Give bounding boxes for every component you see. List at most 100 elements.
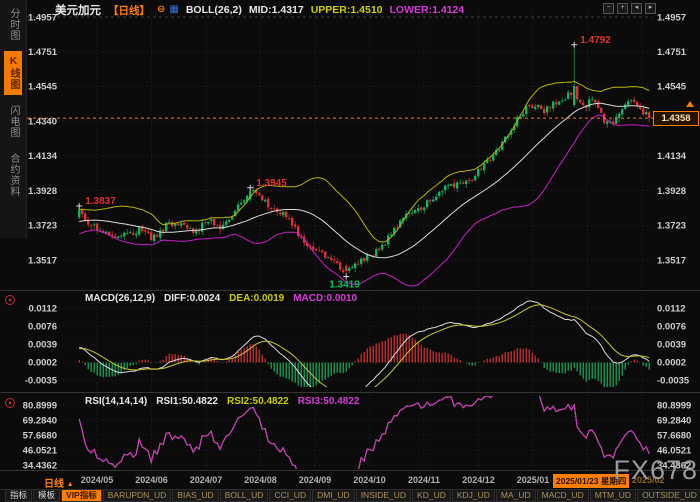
rsi3-value: RSI3:50.4822 <box>298 396 360 407</box>
toolbar-item-DMI_UD[interactable]: DMI_UD <box>312 490 355 502</box>
boll-params-label: BOLL(26,2) <box>186 4 242 16</box>
y-axis-label-right: 1.4134 <box>657 151 687 162</box>
fx-chart-app: 1.3837 1.3945 1.3419 1.4792 1.4957 1.4957 1.47… <box>0 0 700 502</box>
y-axis-label-right: 57.6680 <box>657 430 691 441</box>
y-axis-label-right: 0.0002 <box>657 357 686 368</box>
y-axis-label-left: 1.4340 <box>28 116 57 127</box>
macd-hist-value: MACD:0.0010 <box>293 293 357 304</box>
y-axis-label-right: 0.0076 <box>657 321 686 332</box>
y-axis-label-left: 80.8999 <box>23 400 57 411</box>
price-marker-label: 1.3837 <box>85 196 116 207</box>
macd-dea-value: DEA:0.0019 <box>229 293 284 304</box>
x-axis-month-label: 2024/07 <box>184 475 228 485</box>
sidebar-item-lightning-chart[interactable]: 闪电图 <box>4 100 22 143</box>
y-axis-label-left: 1.4545 <box>28 82 58 93</box>
toolbar-item-BIAS_UD[interactable]: BIAS_UD <box>172 490 218 502</box>
y-axis-label-right: 1.4545 <box>657 82 687 93</box>
y-axis-label-right: 80.8999 <box>657 400 691 411</box>
macd-diff-value: DIFF:0.0024 <box>164 293 220 304</box>
y-axis-label-left: 1.4134 <box>28 151 58 162</box>
toolbar-item-MA_UD[interactable]: MA_UD <box>496 490 536 502</box>
period-selector[interactable]: 日线 ▲ <box>44 475 74 490</box>
price-marker-label: 1.4792 <box>580 35 611 46</box>
chart-style-icon[interactable]: ▦ <box>169 5 178 15</box>
macd-panel-header: MACD(26,12,9) DIFF:0.0024 DEA:0.0019 MAC… <box>85 293 357 304</box>
sidebar: 分时图 K线图 闪电图 合约资料 <box>0 0 27 238</box>
x-axis-date-row: 日线 ▲ 2024/05 2024/06 2024/07 2024/08 2024/09… <box>0 471 700 489</box>
rsi-panel-header: RSI(14,14,14) RSI1:50.4822 RSI2:50.4822 … <box>85 396 359 407</box>
y-axis-label-left: -0.0035 <box>25 375 58 386</box>
toolbar-item-BARUPDN_UD[interactable]: BARUPDN_UD <box>103 490 172 502</box>
y-axis-label-right: 0.0112 <box>657 303 686 314</box>
key-point-cross-icon <box>571 42 577 48</box>
sidebar-item-kline-chart[interactable]: K线图 <box>4 51 22 95</box>
y-axis-label-right: -0.0035 <box>657 375 690 386</box>
toolbar-item-VIP指标[interactable]: VIP指标 <box>61 490 102 502</box>
indicator-toolbar: 指标模板VIP指标BARUPDN_UDBIAS_UDBOLL_UDCCI_UDD… <box>0 489 700 502</box>
y-axis-label-left: 0.0076 <box>28 321 57 332</box>
y-axis-label-right: 1.3517 <box>657 255 686 266</box>
x-axis-month-label: 2024/06 <box>130 475 174 485</box>
scroll-left-icon[interactable]: ◂ <box>631 3 642 14</box>
y-axis-label-left: 34.4362 <box>23 460 57 471</box>
symbol-title: 美元加元 <box>55 2 101 18</box>
zoom-in-icon[interactable]: + <box>617 3 628 14</box>
rsi2-value: RSI2:50.4822 <box>227 396 289 407</box>
y-axis-label-left: 0.0039 <box>28 339 57 350</box>
x-axis-month-label: 2024/05 <box>75 475 119 485</box>
watermark: FX678 <box>613 457 698 484</box>
boll-lower-value: LOWER:1.4124 <box>390 4 465 16</box>
key-point-cross-icon <box>247 185 253 191</box>
y-axis-label-left: 57.6680 <box>23 430 57 441</box>
boll-upper-value: UPPER:1.4510 <box>311 4 383 16</box>
x-axis-month-label: 2024/08 <box>239 475 283 485</box>
x-axis-month-label: 2024/09 <box>293 475 337 485</box>
x-axis-month-label: 2024/11 <box>402 475 446 485</box>
price-marker-label: 1.3419 <box>329 280 360 291</box>
price-marker-label: 1.3945 <box>256 178 287 189</box>
macd-settings-icon[interactable] <box>5 295 15 305</box>
toolbar-item-INSIDE_UD[interactable]: INSIDE_UD <box>356 490 411 502</box>
timeframe-settings-icon[interactable]: ⊖ <box>157 5 165 15</box>
toolbar-item-CCI_UD[interactable]: CCI_UD <box>269 490 311 502</box>
boll-mid-value: MID:1.4317 <box>249 4 304 16</box>
y-axis-label-left: 0.0002 <box>28 357 57 368</box>
timeframe-tag[interactable]: 【日线】 <box>108 3 150 18</box>
toolbar-item-KDJ_UD[interactable]: KDJ_UD <box>452 490 495 502</box>
y-axis-label-left: 1.3517 <box>28 255 57 266</box>
x-axis-month-label: 2024/10 <box>348 475 392 485</box>
y-axis-label-left: 1.4957 <box>28 12 57 23</box>
rsi1-value: RSI1:50.4822 <box>156 396 218 407</box>
y-axis-label-left: 46.0521 <box>23 445 58 456</box>
y-axis-label-left: 0.0112 <box>28 303 57 314</box>
toolbar-item-BOLL_UD[interactable]: BOLL_UD <box>220 490 269 502</box>
chevron-up-icon: ▲ <box>67 481 74 488</box>
y-axis-label-right: 1.3723 <box>657 221 686 232</box>
toolbar-item-MACD_UD[interactable]: MACD_UD <box>537 490 589 502</box>
x-axis-month-label: 2024/12 <box>457 475 501 485</box>
rsi-settings-icon[interactable] <box>5 398 15 408</box>
sidebar-item-time-chart[interactable]: 分时图 <box>4 3 22 46</box>
y-axis-label-right: 1.3928 <box>657 186 686 197</box>
last-price-arrow-icon <box>686 101 694 107</box>
rsi-params-label: RSI(14,14,14) <box>85 396 147 407</box>
sidebar-item-contract-info[interactable]: 合约资料 <box>4 148 22 202</box>
current-date: 2025/01/23 <box>556 476 599 486</box>
y-axis-label-left: 1.4751 <box>28 47 58 58</box>
y-axis-label-right: 1.4957 <box>657 12 686 23</box>
toolbar-item-MTM_UD[interactable]: MTM_UD <box>590 490 636 502</box>
y-axis-label-left: 1.3928 <box>28 186 57 197</box>
zoom-out-icon[interactable]: − <box>603 3 614 14</box>
macd-params-label: MACD(26,12,9) <box>85 293 155 304</box>
toolbar-item-指标[interactable]: 指标 <box>5 490 32 502</box>
toolbar-item-OUTSIDE_UD[interactable]: OUTSIDE_UD <box>637 490 700 502</box>
chart-header: 美元加元 【日线】 ⊖▦ BOLL(26,2) MID:1.4317 UPPER… <box>55 2 464 18</box>
toolbar-item-模板[interactable]: 模板 <box>33 490 60 502</box>
toolbar-item-KD_UD[interactable]: KD_UD <box>412 490 451 502</box>
scroll-right-icon[interactable]: ▸ <box>645 3 656 14</box>
y-axis-label-left: 1.3723 <box>28 221 57 232</box>
y-axis-label-right: 69.2840 <box>657 415 691 426</box>
header-mini-icons: ⊖▦ <box>157 5 179 15</box>
chart-nav-buttons: −+◂▸ <box>603 3 656 14</box>
y-axis-label-right: 0.0039 <box>657 339 686 350</box>
